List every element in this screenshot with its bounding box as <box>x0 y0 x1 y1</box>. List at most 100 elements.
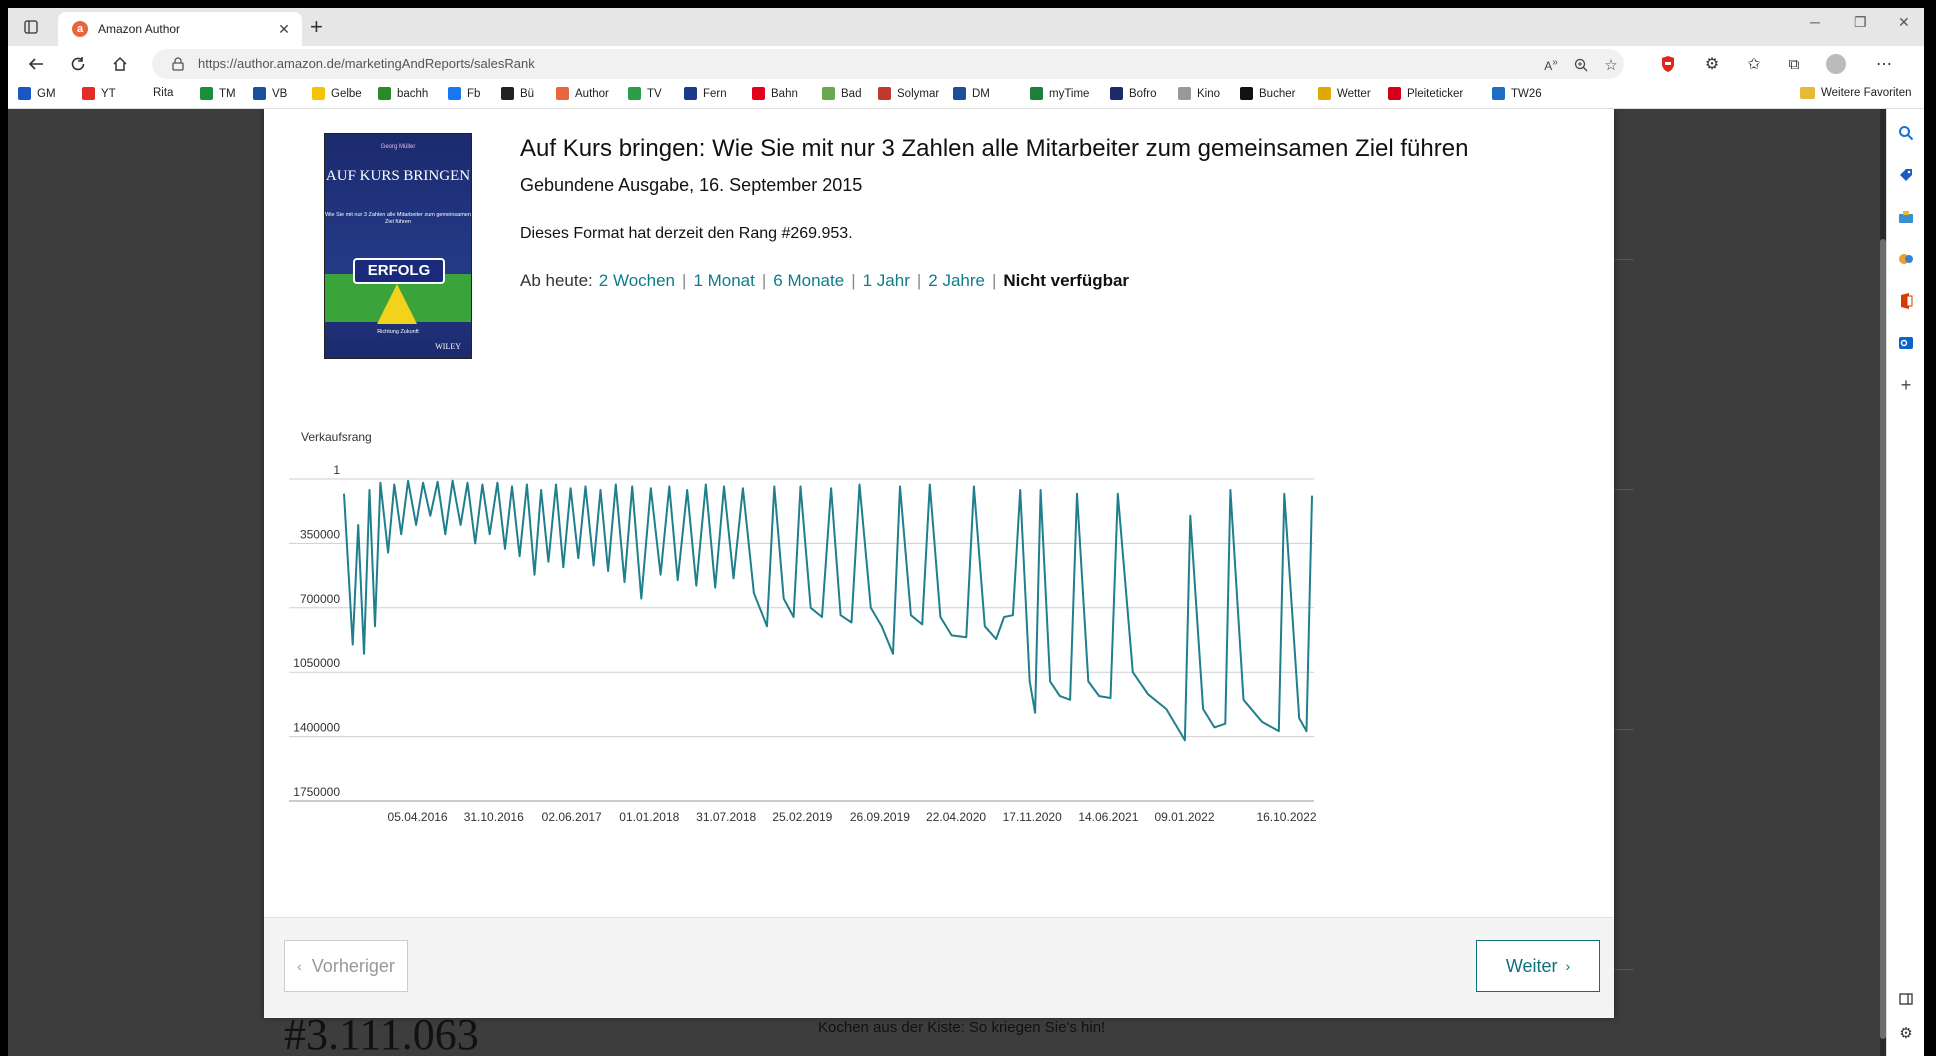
more-menu-icon[interactable]: ⋯ <box>1872 52 1896 76</box>
cover-author: Georg Müller <box>380 144 416 150</box>
lock-icon[interactable] <box>172 57 184 76</box>
range-1-month[interactable]: 1 Monat <box>693 271 754 291</box>
bookmark-label: Bad <box>841 87 862 100</box>
x-tick-label: 17.11.2020 <box>1003 810 1062 824</box>
bookmark-bü[interactable]: Bü <box>501 87 534 100</box>
bookmark-tv[interactable]: TV <box>628 87 662 100</box>
refresh-icon[interactable] <box>66 52 90 76</box>
bookmark-tm[interactable]: TM <box>200 87 236 100</box>
bookmark-rita[interactable]: Rita <box>153 87 173 99</box>
bookmark-yt[interactable]: YT <box>82 87 116 100</box>
tab-actions-icon[interactable] <box>20 16 42 38</box>
gelbe-icon <box>312 87 325 100</box>
bookmark-tw26[interactable]: TW26 <box>1492 87 1542 100</box>
new-tab-icon[interactable]: + <box>310 16 323 38</box>
tw26-icon <box>1492 87 1505 100</box>
x-tick-label: 01.01.2018 <box>619 810 679 824</box>
cover-road-stripe <box>377 284 417 324</box>
close-tab-icon[interactable]: ✕ <box>274 21 294 38</box>
bookmark-bad[interactable]: Bad <box>822 87 861 100</box>
cover-title: AUF KURS BRINGEN <box>325 168 471 184</box>
extensions-icon[interactable]: ⚙ <box>1700 52 1724 76</box>
bookmark-gm[interactable]: GM <box>18 87 56 100</box>
bookmark-kino[interactable]: Kino <box>1178 87 1220 100</box>
browser-tab[interactable]: a Amazon Author ✕ <box>58 12 302 46</box>
shopping-tag-icon[interactable] <box>1896 165 1916 185</box>
range-2-years[interactable]: 2 Jahre <box>928 271 985 291</box>
x-tick-label: 22.04.2020 <box>926 810 986 824</box>
s-icon <box>878 87 891 100</box>
x-tick-label: 25.02.2019 <box>772 810 832 824</box>
x-tick-label: 05.04.2016 <box>388 810 448 824</box>
address-bar[interactable]: https://author.amazon.de/marketingAndRep… <box>152 49 1624 79</box>
add-favorite-icon[interactable]: ☆ <box>1602 56 1620 74</box>
bookmark-bachh[interactable]: bachh <box>378 87 428 100</box>
bookmark-author[interactable]: Author <box>556 87 609 100</box>
tools-icon[interactable] <box>1896 207 1916 227</box>
bookmark-label: Fern <box>703 87 727 100</box>
zoom-icon[interactable] <box>1572 56 1590 74</box>
url-text[interactable]: https://author.amazon.de/marketingAndRep… <box>198 56 535 71</box>
office-icon[interactable] <box>1896 291 1916 311</box>
bookmark-bucher[interactable]: Bucher <box>1240 87 1295 100</box>
range-2-weeks[interactable]: 2 Wochen <box>599 271 675 291</box>
cover-bottom-text: Richtung Zukunft <box>377 329 419 335</box>
navigation-bar: https://author.amazon.de/marketingAndRep… <box>8 46 1924 82</box>
bookmark-fb[interactable]: Fb <box>448 87 480 100</box>
bookmark-solymar[interactable]: Solymar <box>878 87 939 100</box>
edge-sidebar: + ⚙ <box>1886 109 1924 1056</box>
bookmark-label: VB <box>272 87 288 100</box>
folder-icon <box>1800 87 1815 99</box>
y-tick-label: 1750000 <box>293 785 340 799</box>
collections-icon[interactable]: ⧉ <box>1782 52 1806 76</box>
browser-window: a Amazon Author ✕ + ─ ❐ ✕ https://author… <box>8 8 1924 1056</box>
bookmark-pleiteticker[interactable]: Pleiteticker <box>1388 87 1463 100</box>
minimize-icon[interactable]: ─ <box>1810 14 1820 30</box>
restore-icon[interactable]: ❐ <box>1854 14 1867 31</box>
y-tick-label: 1 <box>333 463 340 477</box>
search-icon[interactable] <box>1896 123 1916 143</box>
next-button[interactable]: Weiter › <box>1476 940 1600 992</box>
heart-icon <box>628 87 641 100</box>
bookmark-bahn[interactable]: Bahn <box>752 87 798 100</box>
bucher-icon <box>1240 87 1253 100</box>
y-tick-label: 1400000 <box>293 721 340 735</box>
bookmark-label: myTime <box>1049 87 1090 100</box>
time-range-selector: Ab heute: 2 Wochen | 1 Monat | 6 Monate … <box>520 271 1130 291</box>
settings-gear-icon[interactable]: ⚙ <box>1896 1023 1916 1043</box>
home-icon[interactable] <box>108 52 132 76</box>
y-tick-label: 700000 <box>300 592 340 606</box>
bookmark-bofro[interactable]: Bofro <box>1110 87 1157 100</box>
previous-button[interactable]: ‹ Vorheriger <box>284 940 408 992</box>
youtube-icon <box>82 87 95 100</box>
other-favorites-label: Weitere Favoriten <box>1821 87 1912 99</box>
favorites-icon[interactable]: ✩ <box>1742 52 1766 76</box>
games-icon[interactable] <box>1896 249 1916 269</box>
bookmark-label: Rita <box>153 87 174 99</box>
bookmark-dm[interactable]: DM <box>953 87 990 100</box>
range-1-year[interactable]: 1 Jahr <box>863 271 910 291</box>
range-not-available[interactable]: Nicht verfügbar <box>1003 271 1129 291</box>
bookmark-gelbe[interactable]: Gelbe <box>312 87 362 100</box>
brave-shield-icon[interactable] <box>1656 52 1680 76</box>
add-icon[interactable]: + <box>1896 375 1916 395</box>
bookmark-wetter[interactable]: Wetter <box>1318 87 1371 100</box>
bookmark-fern[interactable]: Fern <box>684 87 727 100</box>
previous-label: Vorheriger <box>311 955 395 976</box>
range-6-months[interactable]: 6 Monate <box>773 271 844 291</box>
read-aloud-icon[interactable]: A» <box>1542 56 1560 74</box>
back-icon[interactable] <box>24 52 48 76</box>
sidebar-toggle-icon[interactable] <box>1896 989 1916 1009</box>
wetter-icon <box>1318 87 1331 100</box>
outlook-icon[interactable] <box>1896 333 1916 353</box>
profile-avatar[interactable] <box>1824 52 1848 76</box>
modal-footer: ‹ Vorheriger Weiter › <box>264 917 1614 1018</box>
bookmark-mytime[interactable]: myTime <box>1030 87 1089 100</box>
y-tick-label: 1050000 <box>293 656 340 670</box>
bookmark-label: Solymar <box>897 87 940 100</box>
other-favorites[interactable]: Weitere Favoriten <box>1800 87 1912 99</box>
close-window-icon[interactable]: ✕ <box>1898 14 1910 31</box>
star-icon <box>1110 87 1123 100</box>
bookmark-vb[interactable]: VB <box>253 87 287 100</box>
kino-icon <box>1178 87 1191 100</box>
